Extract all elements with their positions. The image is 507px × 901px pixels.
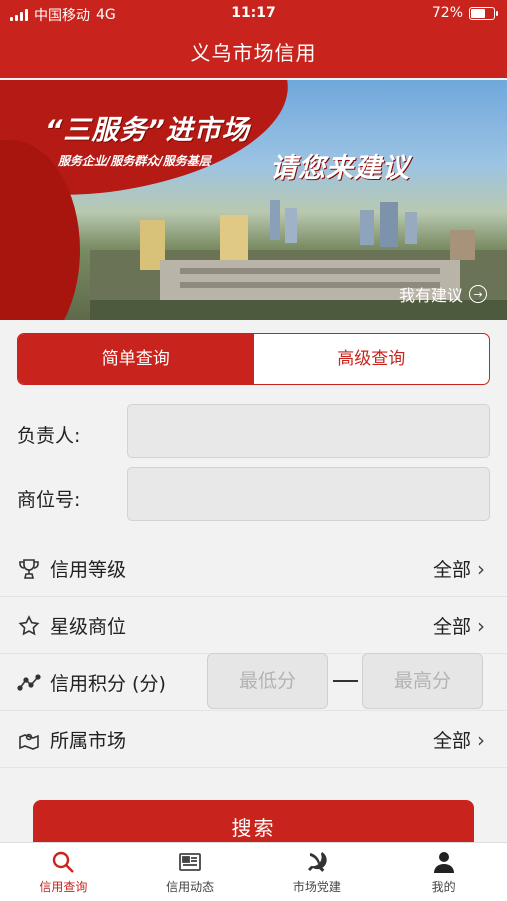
market-value: 全部 bbox=[432, 730, 471, 752]
market-row[interactable]: 所属市场 全部 › bbox=[0, 711, 507, 768]
suggest-link[interactable]: 我有建议 → bbox=[399, 282, 487, 306]
star-booth-label: 星级商位 bbox=[50, 616, 127, 638]
banner-headline: “三服务”进市场 bbox=[45, 115, 250, 146]
min-score-input[interactable]: 最低分 bbox=[207, 653, 328, 709]
search-icon bbox=[53, 851, 75, 873]
status-bar: 中国移动 4G 11:17 72% bbox=[0, 0, 507, 28]
star-booth-row[interactable]: 星级商位 全部 › bbox=[0, 597, 507, 654]
owner-label: 负责人: bbox=[17, 425, 81, 447]
battery-text: 72% bbox=[431, 5, 463, 21]
person-icon bbox=[433, 852, 454, 873]
trophy-icon bbox=[19, 559, 39, 579]
map-pin-icon bbox=[19, 733, 39, 750]
page-title: 义乌市场信用 bbox=[0, 28, 507, 78]
range-dash bbox=[333, 680, 358, 682]
party-emblem-icon bbox=[307, 852, 327, 872]
star-booth-value: 全部 bbox=[432, 616, 471, 638]
tab-advanced-query[interactable]: 高级查询 bbox=[254, 334, 490, 384]
tab-label: 信用查询 bbox=[39, 880, 88, 894]
bottom-tab-bar: 信用查询 信用动态 市场党建 我的 bbox=[0, 842, 507, 901]
market-label: 所属市场 bbox=[50, 730, 127, 752]
tab-market-party[interactable]: 市场党建 bbox=[254, 843, 381, 901]
chevron-right-icon: › bbox=[477, 556, 485, 581]
banner-slogan: 请您来建议 bbox=[270, 153, 410, 184]
suggest-link-label: 我有建议 bbox=[398, 286, 463, 305]
promo-banner[interactable]: “三服务”进市场 服务企业/服务群众/服务基层 请您来建议 我有建议 → bbox=[0, 80, 507, 320]
chevron-right-icon: › bbox=[477, 613, 485, 638]
star-icon bbox=[18, 615, 40, 636]
newspaper-icon bbox=[179, 853, 202, 871]
tab-label: 市场党建 bbox=[292, 880, 341, 894]
tab-credit-query[interactable]: 信用查询 bbox=[0, 843, 127, 901]
credit-level-row[interactable]: 信用等级 全部 › bbox=[0, 540, 507, 597]
credit-score-label: 信用积分 (分) bbox=[50, 673, 166, 695]
arrow-right-circle-icon: → bbox=[469, 285, 487, 303]
credit-level-value: 全部 bbox=[432, 559, 471, 581]
tab-simple-query[interactable]: 简单查询 bbox=[18, 334, 254, 384]
credit-level-label: 信用等级 bbox=[50, 559, 127, 581]
tab-mine[interactable]: 我的 bbox=[380, 843, 507, 901]
booth-label: 商位号: bbox=[17, 489, 81, 511]
banner-subline: 服务企业/服务群众/服务基层 bbox=[58, 154, 211, 168]
tab-credit-news[interactable]: 信用动态 bbox=[127, 843, 254, 901]
chart-line-icon bbox=[17, 674, 41, 691]
query-mode-tabs: 简单查询 高级查询 bbox=[17, 333, 490, 385]
chevron-right-icon: › bbox=[477, 727, 485, 752]
tab-label: 我的 bbox=[431, 880, 456, 894]
max-score-input[interactable]: 最高分 bbox=[362, 653, 483, 709]
owner-input[interactable] bbox=[127, 404, 490, 458]
tab-label: 信用动态 bbox=[166, 880, 215, 894]
battery-icon bbox=[469, 6, 498, 20]
booth-number-input[interactable] bbox=[127, 467, 490, 521]
